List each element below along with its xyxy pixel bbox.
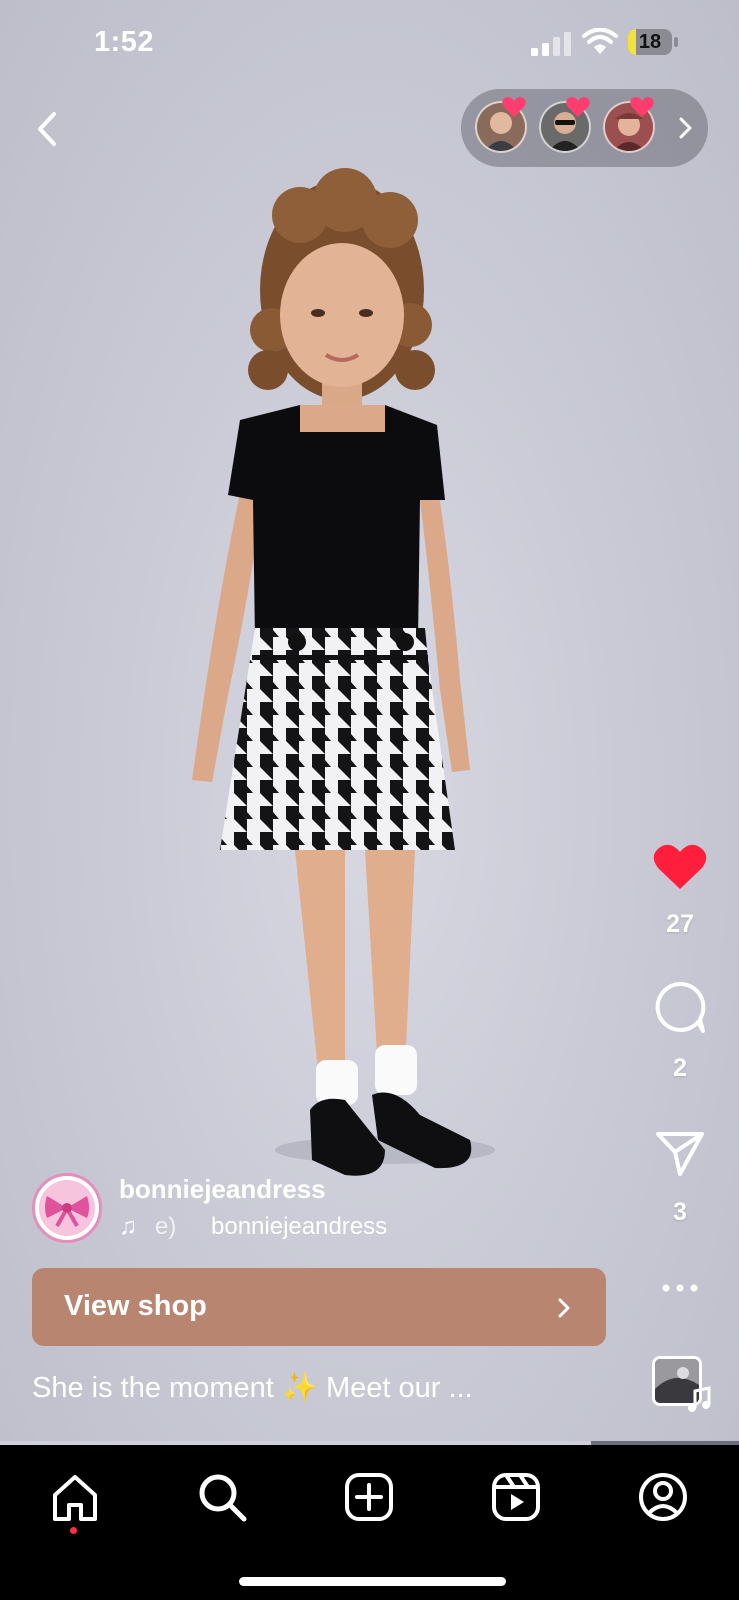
wifi-icon bbox=[582, 28, 618, 54]
home-icon[interactable] bbox=[47, 1469, 103, 1525]
chevron-right-icon bbox=[679, 117, 692, 139]
home-indicator bbox=[239, 1577, 506, 1586]
back-chevron-left-icon[interactable] bbox=[28, 104, 68, 154]
author-avatar[interactable] bbox=[32, 1173, 102, 1243]
battery-indicator: 18 bbox=[628, 29, 680, 57]
cellular-signal-icon bbox=[531, 32, 571, 56]
battery-level: 18 bbox=[638, 31, 662, 53]
author-username[interactable]: bonniejeandress bbox=[119, 1174, 326, 1205]
music-note-icon: ♫ bbox=[119, 1213, 137, 1240]
share-count: 3 bbox=[673, 1198, 687, 1226]
heart-icon bbox=[566, 97, 590, 117]
audio-song-title: e) bbox=[155, 1213, 177, 1240]
view-shop-button[interactable]: View shop bbox=[32, 1268, 606, 1346]
music-note-icon bbox=[688, 1386, 711, 1412]
search-icon[interactable] bbox=[194, 1469, 250, 1525]
profile-icon[interactable] bbox=[635, 1469, 691, 1525]
status-bar: 1:52 18 bbox=[0, 0, 739, 90]
heart-icon bbox=[630, 97, 654, 117]
share-button[interactable]: 3 bbox=[640, 1130, 720, 1227]
heart-icon bbox=[502, 97, 526, 117]
audio-artist: bonniejeandress bbox=[211, 1213, 388, 1240]
heart-icon bbox=[653, 844, 707, 889]
like-count: 27 bbox=[666, 910, 694, 938]
notification-dot bbox=[70, 1527, 77, 1534]
create-plus-icon[interactable] bbox=[341, 1469, 397, 1525]
comment-button[interactable]: 2 bbox=[640, 980, 720, 1083]
more-options-button[interactable] bbox=[640, 1274, 720, 1304]
comment-bubble-icon bbox=[655, 981, 706, 1033]
audio-attribution[interactable]: ♫ e) bonniejeandress bbox=[119, 1213, 539, 1243]
comment-count: 2 bbox=[673, 1054, 687, 1082]
chevron-right-icon bbox=[558, 1298, 570, 1318]
like-button[interactable]: 27 bbox=[640, 836, 720, 939]
view-shop-label: View shop bbox=[64, 1290, 207, 1322]
post-caption[interactable]: She is the moment ✨ Meet our ... bbox=[32, 1371, 473, 1405]
friends-activity-pill[interactable] bbox=[461, 89, 708, 167]
more-dots-icon bbox=[662, 1284, 698, 1292]
paper-plane-icon bbox=[656, 1132, 704, 1176]
bow-logo-icon bbox=[45, 1196, 89, 1227]
status-time: 1:52 bbox=[94, 26, 155, 58]
reels-icon[interactable] bbox=[488, 1469, 544, 1525]
